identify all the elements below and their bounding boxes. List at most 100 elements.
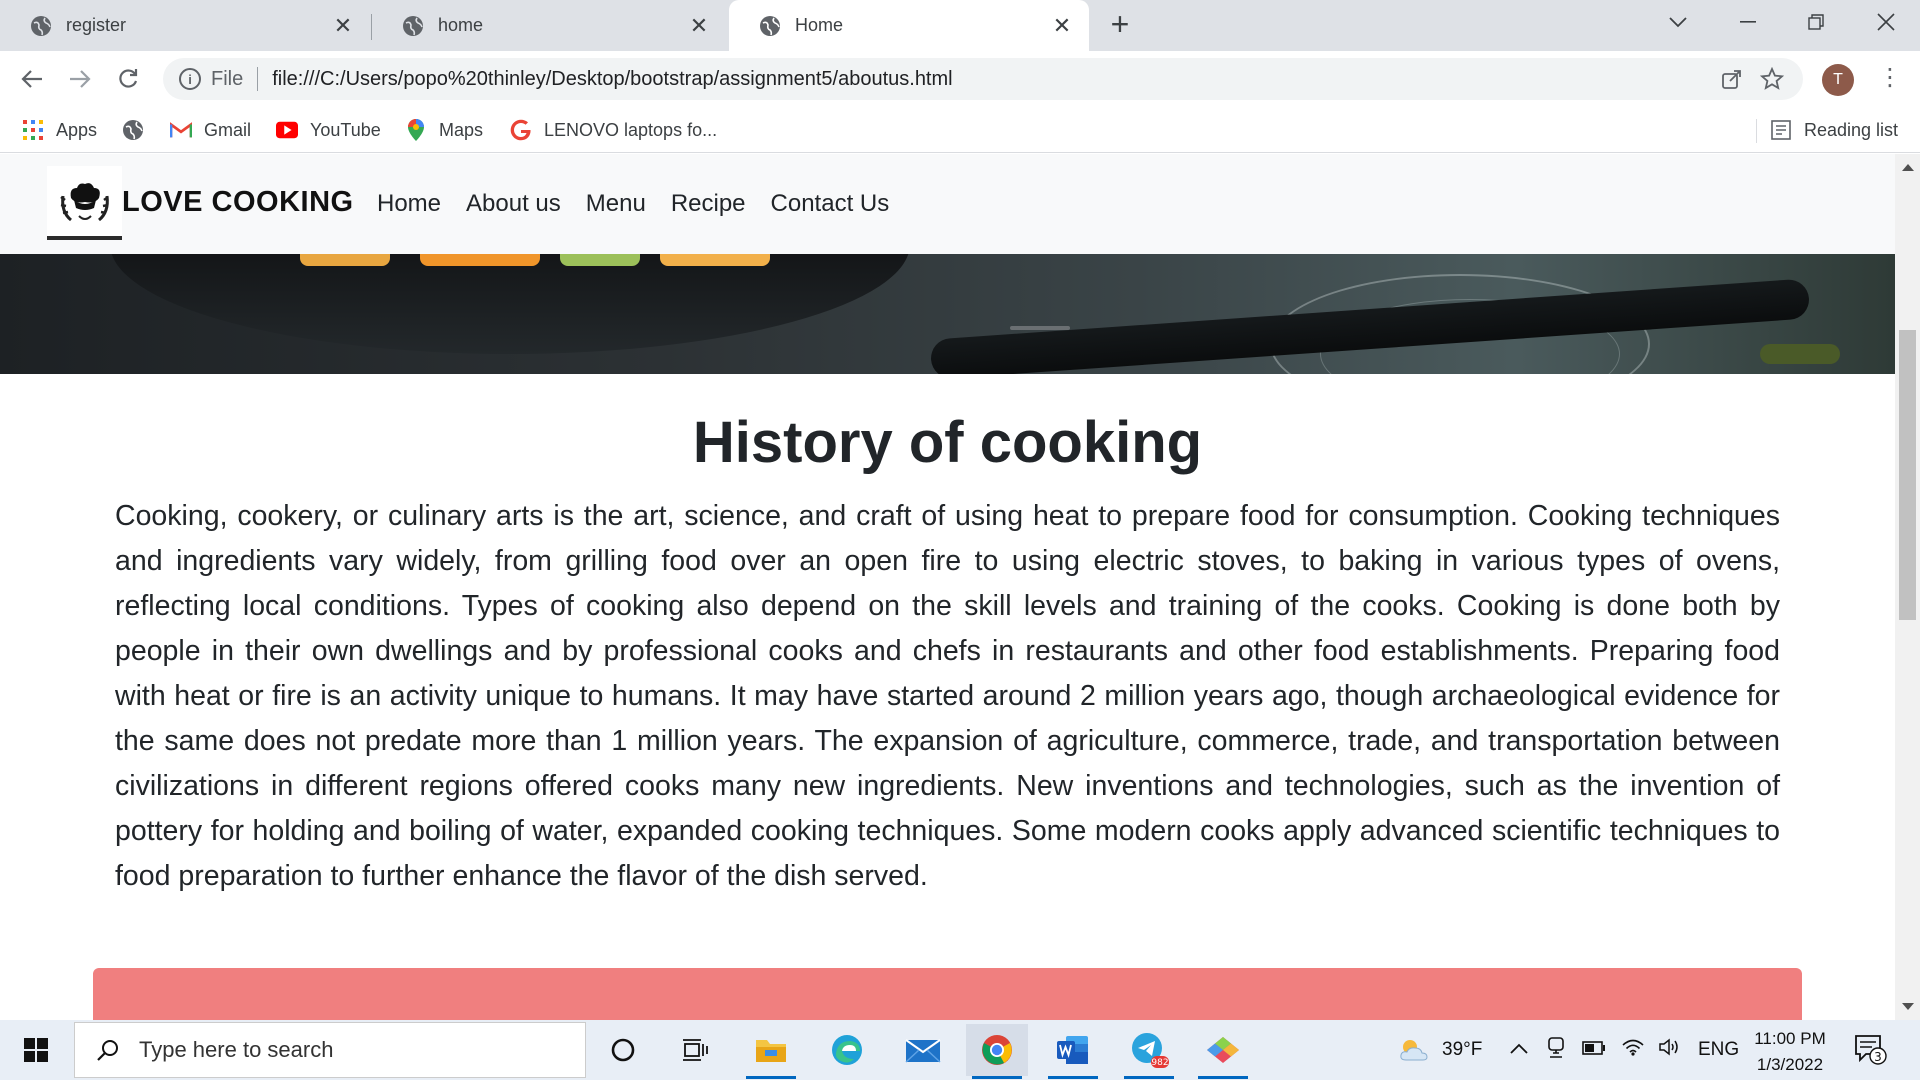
bookmark-label: LENOVO laptops fo... (544, 119, 718, 140)
search-placeholder: Type here to search (139, 1037, 334, 1062)
bookmark-globe[interactable] (122, 115, 156, 145)
wifi-icon[interactable] (1622, 1038, 1644, 1062)
reading-list-button[interactable]: Reading list (1770, 115, 1898, 145)
nav-links: Home About us Menu Recipe Contact Us (377, 190, 914, 218)
browser-tab-strip: register ✕ home ✕ Home ✕ + (0, 0, 1920, 51)
windows-logo-icon (24, 1038, 48, 1062)
page-title: History of cooking (692, 410, 1203, 475)
tab-title: Home (795, 15, 844, 35)
notification-count: 3 (1874, 1050, 1882, 1064)
food-piece (300, 254, 390, 266)
scroll-up-icon[interactable] (1902, 164, 1914, 171)
food-piece (560, 254, 640, 266)
windows-taskbar: Type here to search 982 39°F ENG 11:00 P… (0, 1020, 1920, 1080)
close-tab-icon[interactable]: ✕ (684, 11, 714, 41)
tab-home-active[interactable]: Home ✕ (729, 0, 1089, 51)
google-icon (510, 119, 532, 141)
bookmark-youtube[interactable]: YouTube (276, 115, 381, 145)
hero-cooking-image (0, 254, 1895, 374)
page-viewport: LOVE COOKING Home About us Menu Recipe C… (0, 154, 1895, 1020)
handle-shine (1010, 326, 1070, 330)
cortana-icon[interactable] (592, 1024, 654, 1076)
tray-icons: ENG (1510, 1020, 1739, 1080)
browser-toolbar: i File file:///C:/Users/popo%20thinley/D… (0, 51, 1920, 107)
tab-home[interactable]: home ✕ (372, 0, 726, 51)
restore-button[interactable] (1786, 0, 1846, 44)
share-icon[interactable] (1719, 66, 1745, 92)
minimize-button[interactable] (1718, 0, 1778, 44)
meet-now-icon[interactable] (1546, 1036, 1566, 1064)
nav-contact-us[interactable]: Contact Us (771, 190, 890, 218)
app-icon[interactable] (1192, 1024, 1254, 1079)
scroll-thumb[interactable] (1899, 330, 1916, 620)
notification-center-icon[interactable]: 3 (1854, 1034, 1888, 1066)
bookmark-apps[interactable]: Apps (22, 115, 97, 145)
tab-search-icon[interactable] (1648, 0, 1708, 44)
site-info-icon[interactable]: i (179, 68, 201, 90)
file-explorer-icon[interactable] (740, 1024, 802, 1079)
clock-date: 1/3/2022 (1756, 1055, 1824, 1074)
chef-hat-logo-icon (59, 183, 109, 222)
reading-list-icon (1770, 119, 1792, 141)
word-icon[interactable] (1042, 1024, 1104, 1079)
reload-icon (119, 69, 138, 88)
bookmark-star-icon[interactable] (1759, 66, 1785, 92)
telegram-icon[interactable]: 982 (1118, 1024, 1180, 1079)
close-tab-icon[interactable]: ✕ (328, 11, 358, 41)
reload-button[interactable] (110, 61, 146, 97)
system-clock[interactable]: 11:00 PM 1/3/2022 (1740, 1026, 1840, 1078)
clock-time: 11:00 PM (1754, 1029, 1826, 1048)
scheme-label: File (211, 67, 244, 90)
address-bar[interactable]: i File file:///C:/Users/popo%20thinley/D… (163, 58, 1803, 100)
site-navbar: LOVE COOKING Home About us Menu Recipe C… (0, 154, 1895, 254)
bookmark-label: Gmail (204, 119, 252, 140)
volume-icon[interactable] (1658, 1037, 1682, 1063)
back-button[interactable] (14, 61, 50, 97)
bookmark-gmail[interactable]: Gmail (170, 115, 251, 145)
globe-icon (403, 15, 423, 36)
bookmark-lenovo[interactable]: LENOVO laptops fo... (510, 115, 717, 145)
telegram-badge: 982 (1151, 1058, 1168, 1068)
nav-home[interactable]: Home (377, 190, 441, 218)
bookmarks-divider (1756, 119, 1757, 143)
task-view-icon[interactable] (664, 1024, 726, 1076)
food-piece (420, 254, 540, 266)
language-indicator[interactable]: ENG (1698, 1039, 1739, 1061)
url-text[interactable]: file:///C:/Users/popo%20thinley/Desktop/… (272, 68, 952, 91)
globe-icon (31, 15, 51, 36)
chrome-icon[interactable] (966, 1024, 1028, 1079)
bookmark-maps[interactable]: Maps (405, 115, 483, 145)
history-paragraph: Cooking, cookery, or culinary arts is th… (115, 500, 1780, 892)
nav-recipe[interactable]: Recipe (671, 190, 746, 218)
nav-about-us[interactable]: About us (466, 190, 561, 218)
mail-icon[interactable] (892, 1024, 954, 1076)
reading-list-label: Reading list (1804, 119, 1899, 140)
edge-icon[interactable] (816, 1024, 878, 1076)
tab-title: register (66, 15, 127, 35)
scroll-down-icon[interactable] (1902, 1003, 1914, 1010)
start-button[interactable] (0, 1020, 72, 1080)
brand-name[interactable]: LOVE COOKING (122, 186, 354, 219)
pan-shape (110, 254, 910, 354)
new-tab-button[interactable]: + (1103, 8, 1137, 43)
close-window-button[interactable] (1856, 0, 1916, 44)
bookmark-label: Maps (439, 119, 484, 140)
food-piece (660, 254, 770, 266)
maps-icon (405, 119, 427, 141)
forward-button[interactable] (62, 61, 98, 97)
weather-widget[interactable]: 39°F (1398, 1020, 1482, 1080)
weather-cloud-sun-icon (1400, 1040, 1428, 1061)
tab-register[interactable]: register ✕ (0, 0, 370, 51)
bookmarks-bar: Apps Gmail YouTube Maps LENOVO laptops f… (0, 107, 1920, 153)
tab-title: home (438, 15, 484, 35)
site-logo[interactable] (47, 166, 122, 238)
nav-menu[interactable]: Menu (586, 190, 646, 218)
taskbar-search[interactable]: Type here to search (74, 1022, 586, 1078)
page-scrollbar[interactable] (1895, 154, 1920, 1020)
profile-avatar[interactable]: T (1822, 64, 1854, 96)
chevron-up-icon[interactable] (1510, 1039, 1528, 1061)
address-divider (257, 67, 259, 91)
close-tab-icon[interactable]: ✕ (1047, 11, 1077, 41)
battery-icon[interactable] (1582, 1039, 1606, 1061)
browser-menu-icon[interactable]: ⋮ (1878, 63, 1902, 97)
